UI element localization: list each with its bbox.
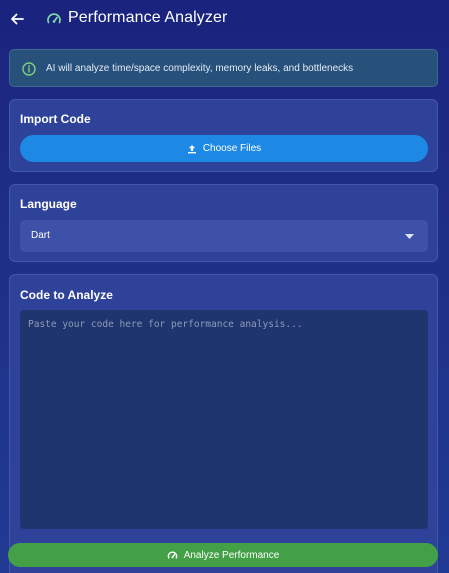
- choose-files-button[interactable]: Choose Files: [20, 135, 428, 162]
- language-dropdown[interactable]: Dart: [20, 220, 428, 252]
- app-bar: Performance Analyzer: [0, 0, 449, 40]
- back-button[interactable]: [6, 8, 28, 30]
- code-to-analyze-title: Code to Analyze: [20, 288, 113, 302]
- language-card: Language Dart: [9, 184, 438, 262]
- caret-down-icon: [405, 234, 414, 239]
- info-banner: AI will analyze time/space complexity, m…: [9, 49, 438, 87]
- analyze-performance-button[interactable]: Analyze Performance: [8, 543, 438, 567]
- language-selected-value: Dart: [31, 230, 50, 241]
- info-icon: [22, 62, 36, 76]
- speedometer-icon: [47, 13, 61, 24]
- speedometer-icon: [167, 550, 177, 559]
- code-input[interactable]: [20, 310, 428, 529]
- language-title: Language: [20, 197, 77, 211]
- upload-icon: [187, 144, 196, 153]
- import-code-title: Import Code: [20, 112, 91, 126]
- analyze-performance-label: Analyze Performance: [183, 549, 280, 561]
- import-code-card: Import Code Choose Files: [9, 99, 438, 172]
- info-banner-text: AI will analyze time/space complexity, m…: [46, 63, 354, 74]
- code-to-analyze-card: Code to Analyze: [9, 274, 438, 573]
- page-title: Performance Analyzer: [68, 9, 228, 26]
- arrow-left-icon: [11, 13, 24, 25]
- choose-files-label: Choose Files: [202, 143, 262, 154]
